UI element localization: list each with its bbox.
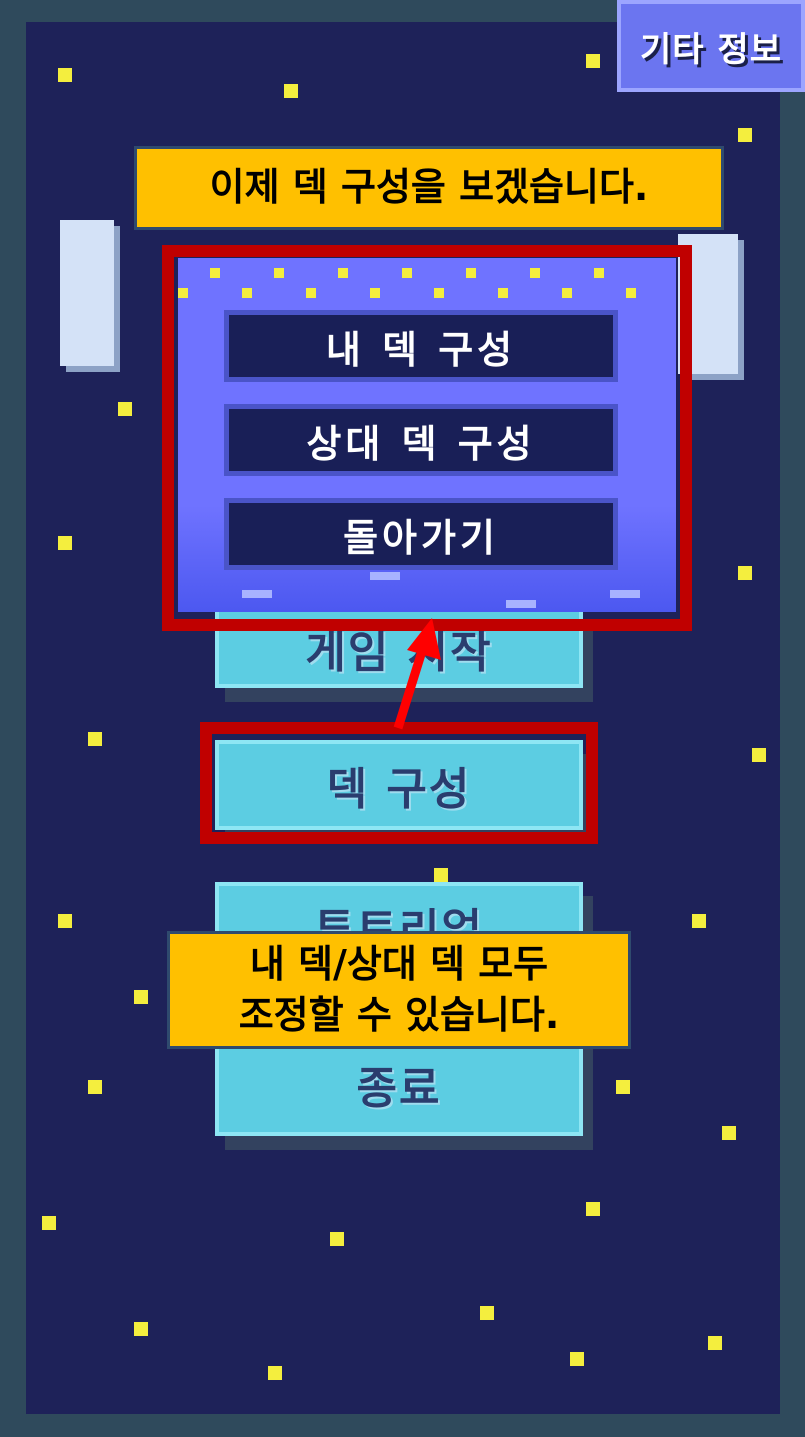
star [586, 54, 600, 68]
star [586, 1202, 600, 1216]
bottom-callout: 내 덱/상대 덱 모두 조정할 수 있습니다. [167, 931, 631, 1049]
star [722, 1126, 736, 1140]
other-info-label: 기타 정보 [640, 29, 782, 70]
star [88, 1080, 102, 1094]
star [692, 914, 706, 928]
star [330, 1232, 344, 1246]
star [434, 868, 448, 882]
star [708, 1336, 722, 1350]
game-screen: 게임 시작 덱 구성 튜토리얼 종료 [26, 22, 780, 1414]
star [570, 1352, 584, 1366]
bottom-callout-line1: 내 덱/상대 덱 모두 [249, 941, 549, 986]
star [752, 748, 766, 762]
quit-label: 종료 [356, 1063, 442, 1114]
star [58, 914, 72, 928]
star [118, 402, 132, 416]
star [480, 1306, 494, 1320]
star [738, 128, 752, 142]
top-callout-text: 이제 덱 구성을 보겠습니다. [209, 165, 649, 210]
bottom-callout-line2: 조정할 수 있습니다. [238, 993, 560, 1037]
other-info-button[interactable]: 기타 정보 [617, 0, 805, 92]
star [88, 732, 102, 746]
game-logo-fragment-left [60, 220, 114, 366]
star [58, 68, 72, 82]
top-callout: 이제 덱 구성을 보겠습니다. [134, 146, 724, 230]
star [134, 990, 148, 1004]
popup-highlight-box [162, 245, 692, 631]
star [42, 1216, 56, 1230]
star [134, 1322, 148, 1336]
star [58, 536, 72, 550]
star [284, 84, 298, 98]
deck-button-highlight-box [200, 722, 598, 844]
star [738, 566, 752, 580]
star [268, 1366, 282, 1380]
star [616, 1080, 630, 1094]
